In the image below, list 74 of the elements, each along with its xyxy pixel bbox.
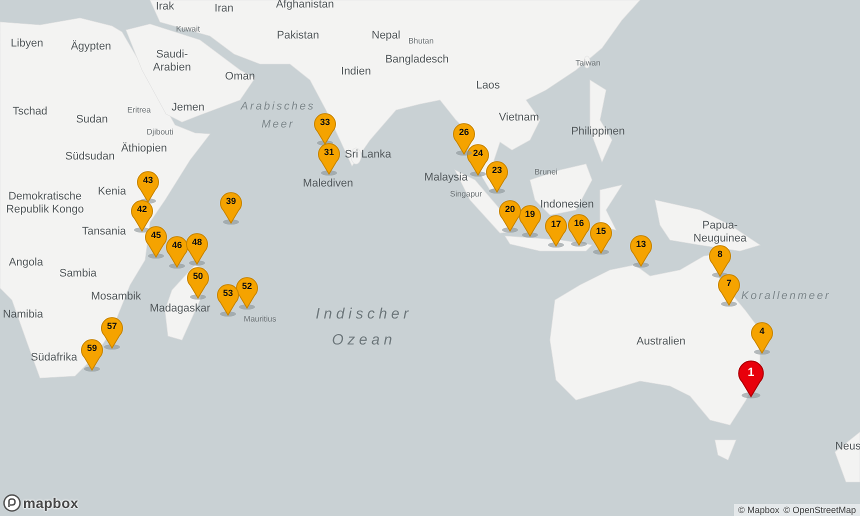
place-label: Südafrika (30, 352, 78, 364)
place-label: Laos (476, 80, 500, 92)
place-label: Ägypten (70, 40, 112, 54)
attribution-link[interactable]: © OpenStreetMap (783, 505, 856, 515)
place-label: Australien (636, 336, 686, 348)
map-marker[interactable]: 46 (165, 235, 189, 269)
place-label: Sudan (76, 114, 108, 126)
place-label: Iran (214, 2, 234, 16)
map-marker[interactable]: 39 (219, 191, 243, 225)
map-marker[interactable]: 1 (737, 359, 765, 399)
place-label: Djibouti (146, 127, 174, 137)
map-marker[interactable]: 8 (708, 244, 732, 278)
place-label: Indien (341, 66, 371, 78)
place-label: Jemen (171, 102, 205, 114)
place-label: Saudi-Arabien (152, 48, 192, 74)
place-label: Singapur (450, 189, 482, 199)
place-label: Pakistan (276, 30, 320, 42)
place-label: Kuwait (176, 24, 200, 34)
map-marker[interactable]: 52 (235, 276, 259, 310)
mapbox-logo-icon (3, 494, 21, 512)
place-label: Sambia (59, 268, 97, 280)
map-marker[interactable]: 24 (466, 143, 490, 177)
place-label: Bangladesch (385, 54, 449, 66)
place-label: Malediven (302, 178, 354, 190)
sea-label: Korallenmeer (741, 289, 831, 304)
place-label: Taiwan (576, 58, 600, 68)
map-marker[interactable]: 4 (750, 321, 774, 355)
map-marker[interactable]: 15 (589, 221, 613, 255)
place-label: Angola (8, 256, 44, 270)
place-label: Äthiopien (121, 142, 167, 156)
map-marker[interactable]: 20 (498, 199, 522, 233)
place-label: Nepal (372, 30, 400, 42)
place-label: Neus (835, 440, 860, 454)
map-marker[interactable]: 42 (130, 199, 154, 233)
place-label: Oman (225, 70, 255, 84)
place-label: Afghanistan (276, 0, 334, 12)
map-marker[interactable]: 57 (100, 316, 124, 350)
map-marker[interactable]: 13 (629, 234, 653, 268)
map-marker[interactable]: 43 (136, 170, 160, 204)
place-label: Vietnam (498, 112, 540, 124)
map-marker[interactable]: 59 (80, 338, 104, 372)
map-marker[interactable]: 23 (485, 160, 509, 194)
place-label: Sri Lanka (344, 148, 392, 162)
place-label: Libyen (10, 38, 44, 50)
place-label: Kenia (98, 186, 126, 198)
place-label: Madagaskar (150, 302, 210, 316)
map-marker[interactable]: 48 (185, 232, 209, 266)
map-marker[interactable]: 45 (144, 225, 168, 259)
place-label: Papua-Neuguinea (692, 219, 748, 245)
place-label: Brunei (534, 167, 558, 177)
place-label: Irak (156, 0, 174, 14)
sea-label: Indischer Ozean (314, 304, 414, 350)
place-label: Mosambik (90, 290, 142, 304)
map-marker[interactable]: 17 (544, 214, 568, 248)
place-label: Bhutan (408, 36, 434, 46)
map-marker[interactable]: 33 (313, 112, 337, 146)
place-label: Namibia (2, 308, 44, 322)
attribution-link[interactable]: © Mapbox (738, 505, 780, 515)
place-label: Eritrea (127, 105, 151, 115)
map-marker[interactable]: 50 (186, 266, 210, 300)
map-marker[interactable]: 53 (216, 283, 240, 317)
mapbox-logo[interactable]: mapbox (3, 494, 78, 512)
place-label: Philippinen (571, 126, 625, 138)
place-label: Südsudan (65, 150, 115, 164)
place-label: Indonesien (540, 198, 594, 212)
map-marker[interactable]: 7 (717, 273, 741, 307)
map-marker[interactable]: 19 (518, 204, 542, 238)
place-label: Mauritius (244, 314, 276, 324)
place-label: Tschad (12, 106, 48, 118)
place-label: Malaysia (424, 172, 468, 184)
map-marker[interactable]: 31 (317, 142, 341, 176)
place-label: Demokratische Republik Kongo (5, 190, 85, 216)
place-label: Tansania (82, 226, 126, 238)
map-marker[interactable]: 16 (567, 213, 591, 247)
